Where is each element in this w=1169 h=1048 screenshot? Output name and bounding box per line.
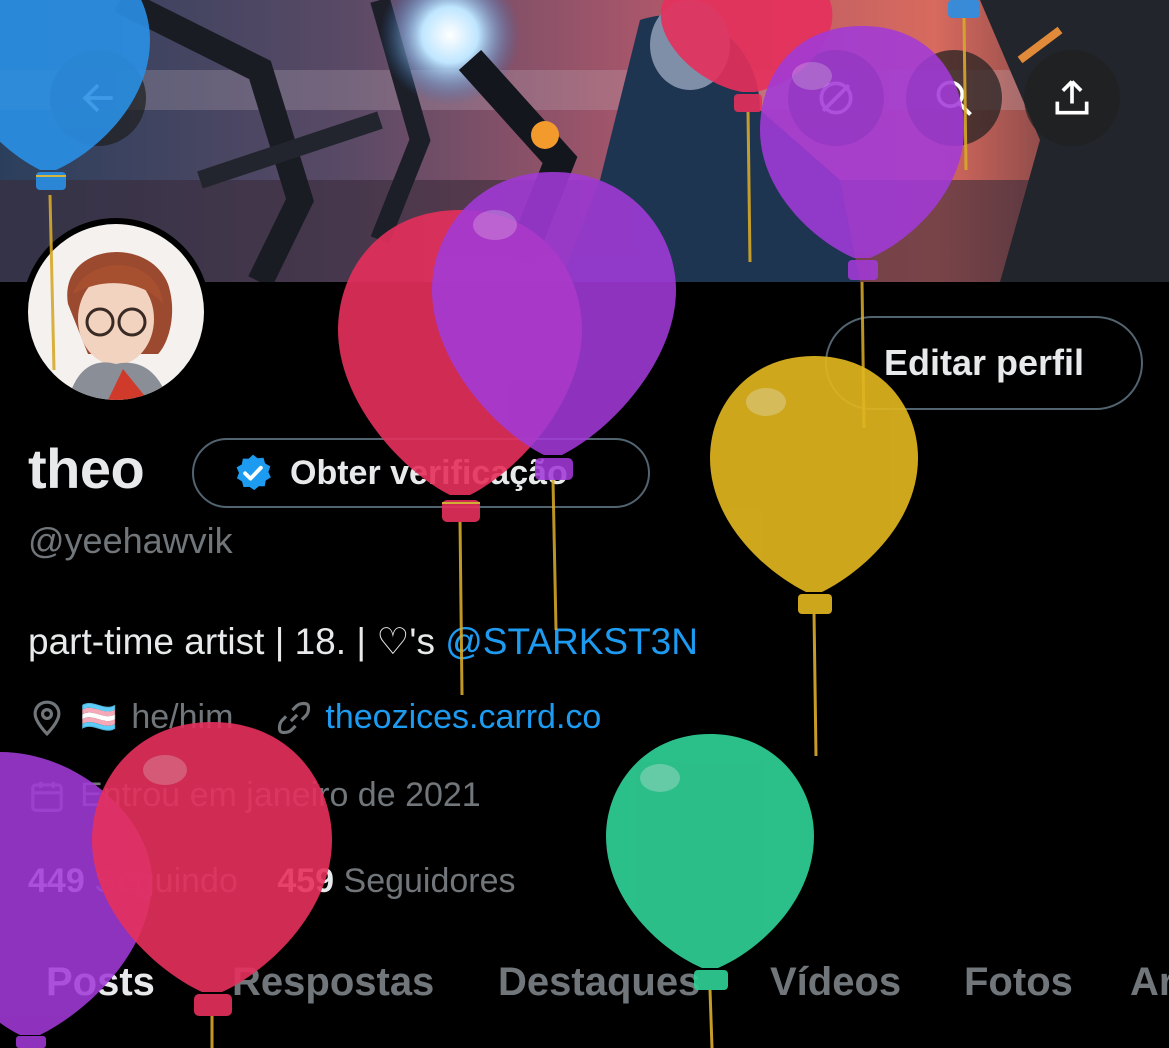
location-item: 🏳️‍⚧️ he/him — [28, 698, 233, 737]
arrow-left-icon — [82, 83, 113, 113]
followers-link[interactable]: 459 Seguidores — [277, 862, 515, 900]
pronouns-text: he/him — [131, 698, 234, 736]
calendar-icon — [31, 781, 63, 812]
profile-handle: @yeehawvik — [28, 520, 233, 561]
bio-mention-link[interactable]: @STARKST3N — [445, 621, 698, 662]
joined-date: Entrou em janeiro de 2021 — [28, 776, 481, 815]
search-icon — [936, 80, 972, 116]
balloon-yellow — [710, 356, 918, 757]
get-verified-label: Obter verificação — [290, 453, 568, 492]
website-link[interactable]: theozices.carrd.co — [325, 698, 601, 737]
grok-icon — [819, 81, 853, 115]
follow-stats: 449 Seguindo 459 Seguidores — [28, 862, 516, 901]
back-button[interactable] — [50, 50, 146, 146]
flag-emoji: 🏳️‍⚧️ — [80, 701, 118, 734]
link-icon — [278, 701, 311, 734]
avatar[interactable] — [22, 218, 210, 406]
followers-label: Seguidores — [343, 862, 516, 900]
edit-profile-button[interactable]: Editar perfil — [825, 316, 1143, 410]
following-label: Seguindo — [94, 862, 238, 900]
location-pin-icon — [33, 700, 61, 736]
tab-posts[interactable]: Posts — [46, 960, 155, 1005]
tab-articles[interactable]: Ar — [1130, 960, 1169, 1005]
tab-videos[interactable]: Vídeos — [770, 960, 901, 1005]
tab-replies[interactable]: Respostas — [232, 960, 434, 1005]
share-button[interactable] — [1024, 50, 1120, 146]
search-button[interactable] — [906, 50, 1002, 146]
profile-bio: part-time artist | 18. | ♡'s @STARKST3N — [28, 620, 698, 663]
followers-count: 459 — [277, 862, 335, 900]
website-item[interactable]: theozices.carrd.co — [275, 698, 601, 737]
share-icon — [1055, 80, 1089, 115]
following-link[interactable]: 449 Seguindo — [28, 862, 238, 900]
get-verified-button[interactable]: Obter verificação — [192, 438, 650, 508]
following-count: 449 — [28, 862, 85, 900]
profile-meta: 🏳️‍⚧️ he/him theozices.carrd.co — [28, 698, 601, 737]
grok-button[interactable] — [788, 50, 884, 146]
bio-text: part-time artist | 18. | ♡'s — [28, 621, 446, 662]
tab-photos[interactable]: Fotos — [964, 960, 1073, 1005]
joined-text: Entrou em janeiro de 2021 — [80, 776, 481, 814]
profile-name: theo — [28, 437, 145, 500]
profile-tabs: Posts Respostas Destaques Vídeos Fotos A… — [0, 960, 1169, 1030]
verified-badge-icon — [236, 454, 271, 491]
tab-highlights[interactable]: Destaques — [498, 960, 700, 1005]
